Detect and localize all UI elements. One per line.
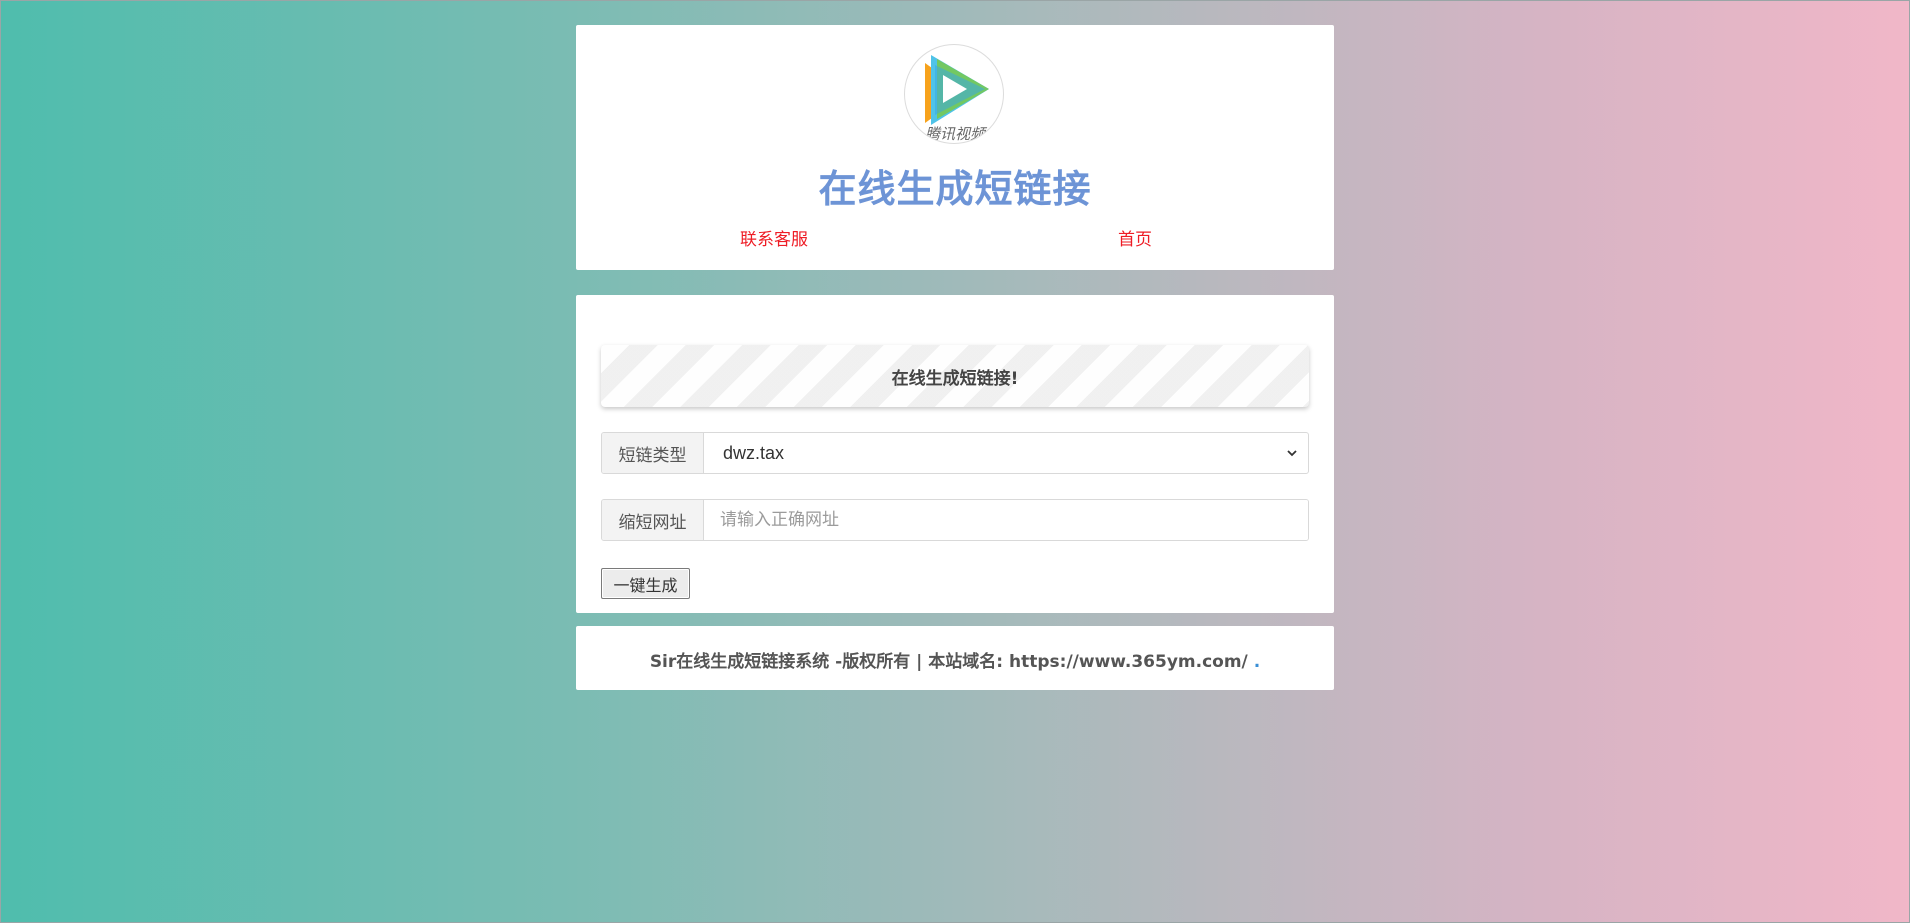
play-logo-icon: 腾讯视频 <box>925 55 989 143</box>
shorten-url-group: 缩短网址 <box>601 499 1309 541</box>
footer-text: Sir在线生成短链接系统 -版权所有 | 本站域名: https://www.3… <box>649 652 1248 672</box>
url-input[interactable] <box>704 500 1308 540</box>
shorten-url-label: 缩短网址 <box>602 500 704 540</box>
banner: 在线生成短链接! <box>601 345 1309 407</box>
logo-text: 腾讯视频 <box>925 125 988 143</box>
nav-contact-link[interactable]: 联系客服 <box>740 225 808 250</box>
chevron-down-icon <box>1287 450 1297 457</box>
footer-card: Sir在线生成短链接系统 -版权所有 | 本站域名: https://www.3… <box>576 626 1334 690</box>
short-link-type-value: dwz.tax <box>723 442 785 463</box>
footer-dot-link[interactable]: . <box>1254 652 1260 672</box>
generate-button[interactable]: 一键生成 <box>601 568 690 599</box>
short-link-type-group: 短链类型 dwz.tax <box>601 432 1309 474</box>
header-card: 腾讯视频 在线生成短链接 联系客服 首页 <box>576 25 1334 270</box>
form-card: 在线生成短链接! 短链类型 dwz.tax 缩短网址 一键生成 <box>576 295 1334 613</box>
tencent-video-logo: 腾讯视频 <box>904 44 1004 144</box>
short-link-type-select[interactable]: dwz.tax <box>704 433 1308 473</box>
page-title: 在线生成短链接 <box>818 167 1092 211</box>
footer-copyright: Sir在线生成短链接系统 -版权所有 | 本站域名: https://www.3… <box>576 647 1334 672</box>
short-link-type-label: 短链类型 <box>602 433 704 473</box>
nav-home-link[interactable]: 首页 <box>1118 225 1152 250</box>
